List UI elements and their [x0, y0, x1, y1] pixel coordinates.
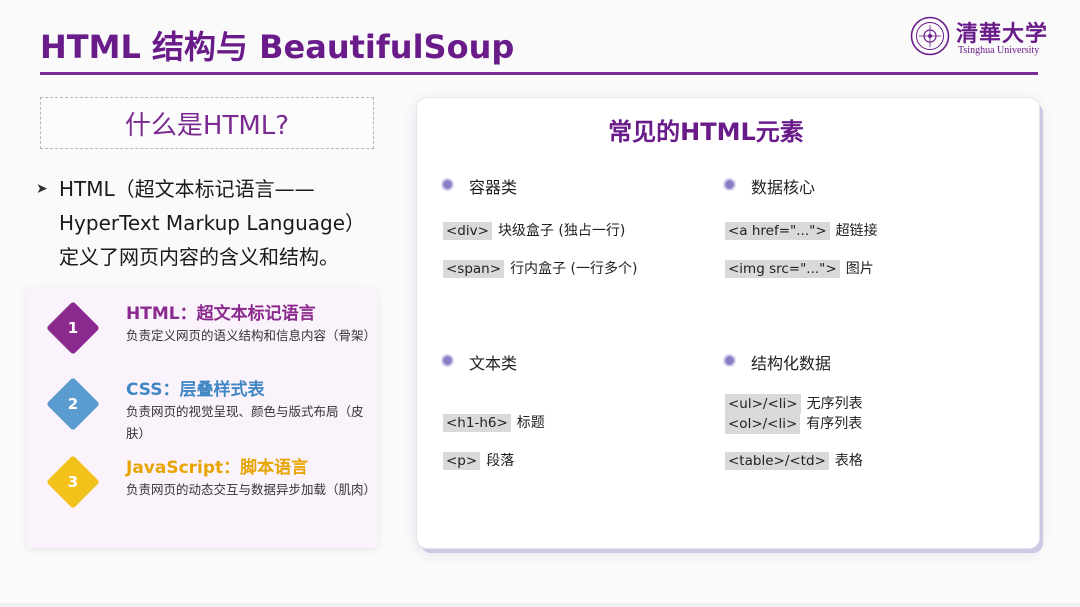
- category-label: 容器类: [469, 178, 518, 197]
- element-row: <img src="..."> 图片: [725, 258, 874, 278]
- code-tag: <p>: [443, 452, 481, 470]
- bullet-dot-icon: [443, 356, 452, 365]
- category-heading: 数据核心: [725, 174, 1005, 198]
- web-languages-card: 1 HTML：超文本标记语言 负责定义网页的语义结构和信息内容（骨架） 2 CS…: [26, 287, 378, 548]
- code-tag: <h1-h6>: [443, 414, 511, 432]
- language-item-javascript: 3 JavaScript：脚本语言 负责网页的动态交互与数据异步加载（肌肉）: [26, 455, 378, 541]
- element-description: 超链接: [835, 223, 878, 239]
- question-text: 什么是HTML?: [124, 110, 290, 141]
- element-description: 标题: [516, 415, 545, 431]
- tsinghua-seal-icon: [910, 16, 950, 56]
- language-description: 负责网页的动态交互与数据异步加载（肌肉）: [126, 482, 377, 497]
- code-tag: <img src="...">: [725, 260, 840, 278]
- slide-title: HTML 结构与 BeautifulSoup: [40, 28, 515, 66]
- element-description: 表格: [834, 453, 863, 469]
- element-row: <span> 行内盒子 (一行多个): [443, 258, 637, 278]
- code-tag: <table>/<td>: [725, 452, 829, 470]
- element-description: 行内盒子 (一行多个): [510, 261, 638, 277]
- category-heading: 容器类: [443, 174, 723, 198]
- element-description: 无序列表: [806, 396, 863, 412]
- element-row: <p> 段落: [443, 450, 514, 470]
- logo-chinese-name: 清華大学: [956, 21, 1049, 47]
- language-title: JavaScript：脚本语言: [126, 458, 309, 478]
- bullet-dot-icon: [443, 180, 452, 189]
- code-tag: <ol>/<li>: [725, 414, 801, 434]
- card-title: 常见的HTML元素: [608, 118, 804, 146]
- element-line: <ul>/<li> 无序列表: [725, 394, 863, 414]
- element-row: <h1-h6> 标题: [443, 412, 545, 432]
- language-title: CSS：层叠样式表: [126, 380, 265, 400]
- bullet-dot-icon: [725, 180, 734, 189]
- category-heading: 文本类: [443, 350, 723, 374]
- logo-english-name: Tsinghua University: [958, 45, 1040, 56]
- language-description: 负责网页的视觉呈现、颜色与版式布局（皮肤）: [126, 404, 364, 441]
- html-definition: ➤ HTML（超文本标记语言——HyperText Markup Languag…: [36, 172, 376, 274]
- question-box: 什么是HTML?: [40, 97, 374, 149]
- category-container: 容器类 <div> 块级盒子 (独占一行) <span> 行内盒子 (一行多个): [443, 174, 723, 278]
- element-description: 有序列表: [806, 416, 863, 432]
- element-row: <ul>/<li> 无序列表 <ol>/<li> 有序列表: [725, 394, 863, 434]
- badge-number: 3: [67, 473, 79, 491]
- category-label: 结构化数据: [751, 354, 832, 373]
- badge-number: 1: [67, 319, 79, 337]
- language-title: HTML：超文本标记语言: [126, 304, 316, 324]
- slide-bottom-edge: [0, 603, 1080, 607]
- code-tag: <ul>/<li>: [725, 394, 801, 414]
- element-description: 图片: [845, 261, 874, 277]
- element-row: <a href="..."> 超链接: [725, 220, 878, 240]
- category-label: 数据核心: [751, 178, 816, 197]
- category-structured-data: 结构化数据 <ul>/<li> 无序列表 <ol>/<li> 有序列表 <table…: [725, 350, 1005, 470]
- element-description: 块级盒子 (独占一行): [497, 223, 626, 239]
- element-row: <div> 块级盒子 (独占一行): [443, 220, 625, 240]
- arrow-bullet-icon: ➤: [36, 181, 48, 197]
- university-logo: 清華大学 Tsinghua University: [910, 16, 1047, 60]
- category-text: 文本类 <h1-h6> 标题 <p> 段落: [443, 350, 723, 470]
- element-line: <ol>/<li> 有序列表: [725, 414, 863, 434]
- category-label: 文本类: [469, 354, 518, 373]
- bullet-dot-icon: [725, 356, 734, 365]
- html-elements-card: 常见的HTML元素 容器类 <div> 块级盒子 (独占一行) <span> 行内盒…: [417, 98, 1039, 548]
- code-tag: <div>: [443, 222, 492, 240]
- category-data-core: 数据核心 <a href="..."> 超链接 <img src="..."> 图片: [725, 174, 1005, 278]
- definition-text: HTML（超文本标记语言——HyperText Markup Language）…: [59, 177, 366, 269]
- element-description: 段落: [486, 453, 515, 469]
- code-tag: <a href="...">: [725, 222, 830, 240]
- code-tag: <span>: [443, 260, 505, 278]
- language-description: 负责定义网页的语义结构和信息内容（骨架）: [126, 328, 377, 343]
- language-item-css: 2 CSS：层叠样式表 负责网页的视觉呈现、颜色与版式布局（皮肤）: [26, 377, 378, 463]
- badge-number: 2: [67, 395, 79, 413]
- category-heading: 结构化数据: [725, 350, 1005, 374]
- element-row: <table>/<td> 表格: [725, 450, 863, 470]
- title-divider: [40, 72, 1038, 75]
